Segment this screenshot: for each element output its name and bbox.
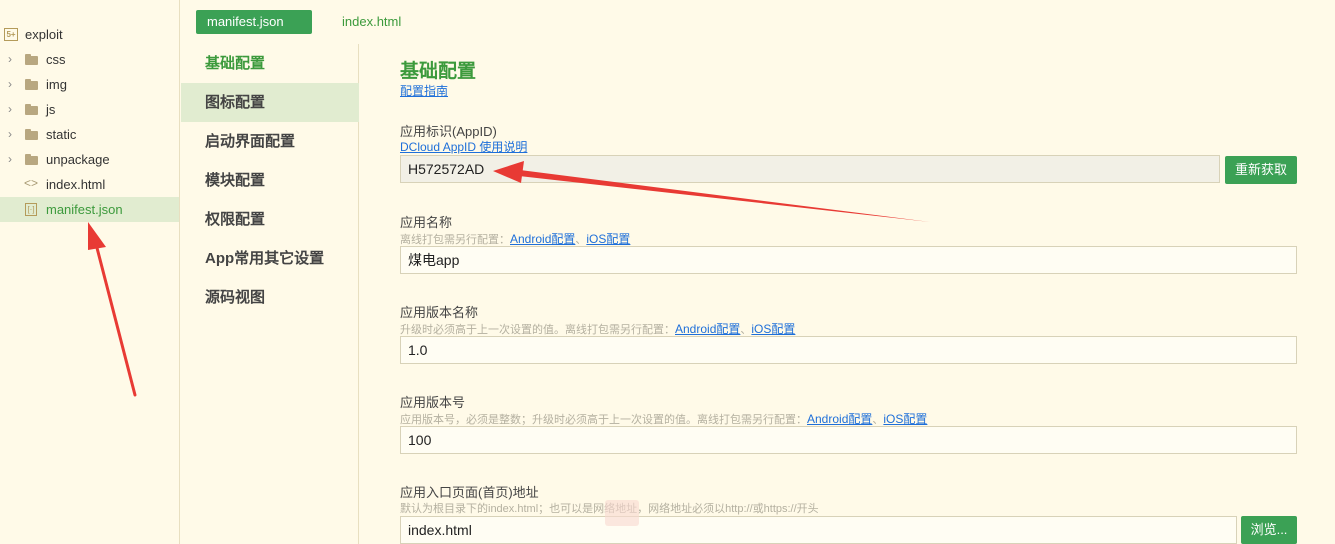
chevron-right-icon[interactable]: › [8,128,16,140]
tree-item-img[interactable]: › img [0,72,179,97]
section-title: 基础配置 [400,61,477,82]
hint-separator: 、 [740,324,752,336]
hbuilder-project-icon: 5+ [4,28,18,41]
nav-item-permission-config[interactable]: 权限配置 [181,200,359,239]
hint-text: 离线打包需另行配置： [400,234,510,246]
entry-page-label: 应用入口页面(首页)地址 [400,485,539,500]
tree-item-label: static [46,127,77,142]
chevron-right-icon[interactable]: › [8,103,16,115]
chevron-right-icon[interactable]: › [8,153,16,165]
config-guide-link[interactable]: 配置指南 [400,82,448,99]
android-config-link[interactable]: Android配置 [807,412,872,426]
browse-button[interactable]: 浏览... [1241,516,1297,544]
folder-icon [25,79,38,90]
ios-config-link[interactable]: iOS配置 [751,322,795,336]
tree-item-label: index.html [46,177,106,192]
tree-item-manifest-json[interactable]: [·] manifest.json [0,197,179,222]
tree-item-css[interactable]: › css [0,47,179,72]
watermark [605,500,639,526]
tree-item-label: img [46,77,67,92]
version-name-hint: 升级时必须高于上一次设置的值。离线打包需另行配置：Android配置、iOS配置 [400,320,795,337]
hint-separator: 、 [872,414,884,426]
nav-item-icon-config[interactable]: 图标配置 [181,83,359,122]
tree-root-label: exploit [25,27,63,42]
tree-item-label: css [46,52,66,67]
code-file-icon: <> [24,176,39,190]
nav-item-splash-config[interactable]: 启动界面配置 [181,122,359,161]
nav-item-source-view[interactable]: 源码视图 [181,278,359,317]
folder-icon [25,54,38,65]
hint-text: 应用版本号，必须是整数；升级时必须高于上一次设置的值。离线打包需另行配置： [400,414,807,426]
android-config-link[interactable]: Android配置 [675,322,740,336]
entry-page-field[interactable]: index.html [400,516,1237,544]
tree-item-label: manifest.json [46,202,123,217]
version-code-field[interactable]: 100 [400,426,1297,454]
tree-item-index-html[interactable]: <> index.html [0,172,179,197]
tree-item-static[interactable]: › static [0,122,179,147]
app-name-hint: 离线打包需另行配置：Android配置、iOS配置 [400,230,630,247]
ios-config-link[interactable]: iOS配置 [883,412,927,426]
json-file-icon: [·] [25,203,37,216]
editor-tab-bar: manifest.json index.html [181,0,1335,44]
version-name-label: 应用版本名称 [400,305,479,320]
folder-icon [25,129,38,140]
nav-item-basic-config[interactable]: 基础配置 [181,44,359,83]
settings-form: 基础配置 配置指南 应用标识(AppID) DCloud AppID 使用说明 … [360,44,1335,544]
app-name-label: 应用名称 [400,215,453,230]
app-name-field[interactable]: 煤电app [400,246,1297,274]
version-code-hint: 应用版本号，必须是整数；升级时必须高于上一次设置的值。离线打包需另行配置：And… [400,410,927,427]
nav-item-app-other-settings[interactable]: App常用其它设置 [181,239,359,278]
folder-icon [25,154,38,165]
appid-help-link[interactable]: DCloud AppID 使用说明 [400,138,527,155]
appid-field[interactable]: H572572AD [400,155,1220,183]
tree-root[interactable]: 5+ exploit [0,22,179,47]
chevron-right-icon[interactable]: › [8,53,16,65]
hint-separator: 、 [575,234,587,246]
tree-item-label: unpackage [46,152,110,167]
hint-text: 升级时必须高于上一次设置的值。离线打包需另行配置： [400,324,675,336]
tab-manifest-json[interactable]: manifest.json [196,10,312,34]
nav-item-module-config[interactable]: 模块配置 [181,161,359,200]
settings-nav: 基础配置 图标配置 启动界面配置 模块配置 权限配置 App常用其它设置 源码视… [181,44,359,544]
chevron-right-icon[interactable]: › [8,78,16,90]
version-code-label: 应用版本号 [400,395,466,410]
tree-item-unpackage[interactable]: › unpackage [0,147,179,172]
ios-config-link[interactable]: iOS配置 [586,232,630,246]
android-config-link[interactable]: Android配置 [510,232,575,246]
version-name-field[interactable]: 1.0 [400,336,1297,364]
tree-item-js[interactable]: › js [0,97,179,122]
tab-index-html[interactable]: index.html [331,10,412,34]
project-tree: 5+ exploit › css › img › js › static › u… [0,0,180,544]
regenerate-appid-button[interactable]: 重新获取 [1225,156,1297,184]
folder-icon [25,104,38,115]
tree-item-label: js [46,102,56,117]
